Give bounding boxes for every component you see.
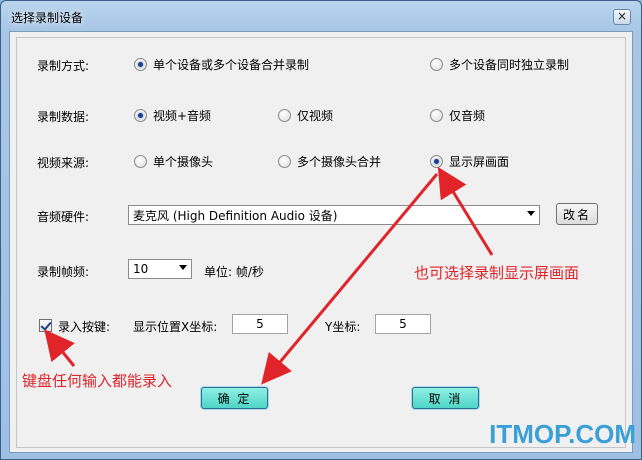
window-title: 选择录制设备 <box>11 11 84 25</box>
fps-label: 录制帧频: <box>37 265 90 279</box>
chevron-down-icon <box>179 265 187 270</box>
source-label: 视频来源: <box>37 156 90 170</box>
radio-label: 显示屏画面 <box>449 155 510 169</box>
radio-label: 单个设备或多个设备合并录制 <box>153 58 310 72</box>
annotation-screen: 也可选择录制显示屏画面 <box>414 264 580 282</box>
data-label: 录制数据: <box>37 110 90 124</box>
data-option-video-audio[interactable]: 视频+音频 <box>134 107 211 124</box>
radio-dot <box>430 109 443 122</box>
radio-label: 单个摄像头 <box>153 155 214 169</box>
chevron-down-icon <box>527 211 535 216</box>
audio-label: 音频硬件: <box>37 210 90 224</box>
source-option-screen[interactable]: 显示屏画面 <box>430 153 509 170</box>
radio-dot <box>134 109 147 122</box>
radio-label: 仅音频 <box>449 109 486 123</box>
fps-value: 10 <box>133 262 149 276</box>
y-coord-input[interactable]: 5 <box>375 314 431 334</box>
y-coord-label: Y坐标: <box>325 320 361 334</box>
radio-label: 多个设备同时独立录制 <box>449 58 570 72</box>
close-button[interactable]: × <box>613 9 631 25</box>
radio-dot <box>134 155 147 168</box>
ok-button[interactable]: 确 定 <box>201 387 268 409</box>
title-bar[interactable]: 选择录制设备 × <box>1 1 641 31</box>
fps-unit: 单位: 帧/秒 <box>204 265 264 279</box>
radio-dot <box>430 58 443 71</box>
source-option-single-camera[interactable]: 单个摄像头 <box>134 153 213 170</box>
radio-label: 视频+音频 <box>153 109 212 123</box>
mode-option-merged[interactable]: 单个设备或多个设备合并录制 <box>134 56 309 73</box>
close-icon: × <box>616 9 628 23</box>
x-coord-label: 显示位置X坐标: <box>133 320 218 334</box>
radio-dot <box>430 155 443 168</box>
source-option-multi-camera[interactable]: 多个摄像头合并 <box>278 153 381 170</box>
audio-device-value: 麦克风 (High Definition Audio 设备) <box>133 208 338 223</box>
radio-dot <box>278 109 291 122</box>
radio-label: 多个摄像头合并 <box>297 155 382 169</box>
radio-dot <box>134 58 147 71</box>
record-keys-checkbox[interactable] <box>39 319 52 332</box>
fps-select[interactable]: 10 <box>128 259 192 279</box>
radio-label: 仅视频 <box>297 109 334 123</box>
radio-dot <box>278 155 291 168</box>
data-option-audio-only[interactable]: 仅音频 <box>430 107 485 124</box>
cancel-button[interactable]: 取 消 <box>412 387 479 409</box>
record-keys-label: 录入按键: <box>58 320 111 334</box>
data-option-video-only[interactable]: 仅视频 <box>278 107 333 124</box>
mode-option-independent[interactable]: 多个设备同时独立录制 <box>430 56 569 73</box>
annotation-keys: 键盘任何输入都能录入 <box>22 372 173 390</box>
audio-device-select[interactable]: 麦克风 (High Definition Audio 设备) <box>128 205 540 225</box>
mode-label: 录制方式: <box>37 59 90 73</box>
rename-button[interactable]: 改名 <box>556 203 598 225</box>
watermark: ITMOP.COM <box>489 419 636 449</box>
x-coord-input[interactable]: 5 <box>232 314 288 334</box>
